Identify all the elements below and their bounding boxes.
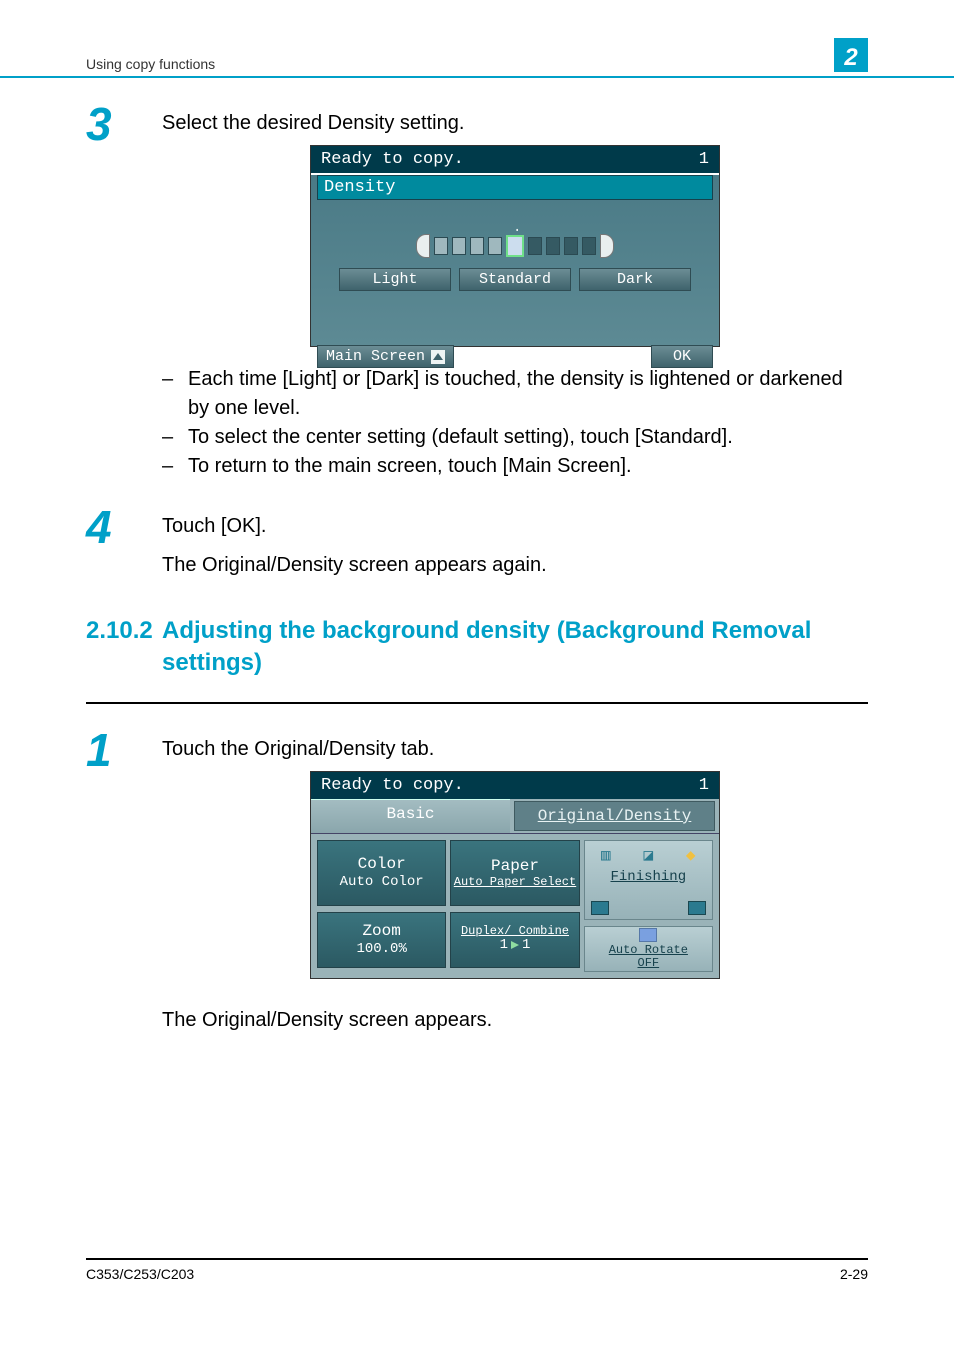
color-button[interactable]: Color Auto Color <box>317 840 446 906</box>
density-count: 1 <box>699 150 709 169</box>
duplex-button[interactable]: Duplex/ Combine 11 <box>450 912 579 968</box>
staple-icon: ▥ <box>601 845 611 865</box>
footer-model: C353/C253/C203 <box>86 1266 194 1282</box>
color-label: Color <box>320 854 443 874</box>
bullet-2: To select the center setting (default se… <box>188 423 733 452</box>
section-heading: 2.10.2 Adjusting the background density … <box>86 615 868 680</box>
layout-icon-1 <box>591 901 609 915</box>
return-icon <box>431 350 445 364</box>
zoom-label: Zoom <box>320 921 443 941</box>
density-scale <box>317 200 713 258</box>
finishing-icons: ▥ ◪ ◆ <box>585 845 712 865</box>
zoom-button[interactable]: Zoom 100.0% <box>317 912 446 968</box>
footer-page: 2-29 <box>840 1266 868 1282</box>
density-title: Density <box>317 175 713 200</box>
finishing-label: Finishing <box>611 869 687 885</box>
tab-basic[interactable]: Basic <box>311 799 510 833</box>
step4-text: Touch [OK]. <box>162 513 868 540</box>
density-screenshot: Ready to copy. 1 Density <box>310 145 720 347</box>
duplex-label: Duplex/ Combine <box>453 925 576 938</box>
paper-value: Auto Paper Select <box>453 876 576 889</box>
layout-icon-2 <box>688 901 706 915</box>
basic-screenshot: Ready to copy. 1 Basic Original/Density … <box>310 771 720 979</box>
section-rule <box>86 702 868 704</box>
ok-button[interactable]: OK <box>651 345 713 368</box>
scale-knob-left-icon <box>416 234 430 258</box>
density-indicator <box>506 235 524 257</box>
auto-rotate-label: Auto Rotate OFF <box>609 944 688 969</box>
step1-text: Touch the Original/Density tab. <box>162 736 868 763</box>
standard-button[interactable]: Standard <box>459 268 571 291</box>
page-footer: C353/C253/C203 2-29 <box>86 1258 868 1282</box>
step4-sub: The Original/Density screen appears agai… <box>162 552 868 579</box>
header-title: Using copy functions <box>86 56 215 72</box>
light-button[interactable]: Light <box>339 268 451 291</box>
zoom-value: 100.0% <box>320 941 443 959</box>
basic-count: 1 <box>699 776 709 795</box>
page-icon: ◪ <box>643 845 653 865</box>
dark-button[interactable]: Dark <box>579 268 691 291</box>
density-status: Ready to copy. <box>321 150 464 169</box>
bullet-3: To return to the main screen, touch [Mai… <box>188 452 632 481</box>
main-screen-button[interactable]: Main Screen <box>317 345 454 368</box>
bullet-1: Each time [Light] or [Dark] is touched, … <box>188 365 868 423</box>
after-step1: The Original/Density screen appears. <box>162 1007 868 1034</box>
color-value: Auto Color <box>320 874 443 892</box>
chapter-number: 2 <box>834 38 868 72</box>
section-title-text: Adjusting the background density (Backgr… <box>162 615 868 680</box>
step1-number: 1 <box>86 730 162 1034</box>
basic-status: Ready to copy. <box>321 776 464 795</box>
paper-label: Paper <box>453 856 576 876</box>
step3-number: 3 <box>86 104 162 347</box>
auto-rotate-button[interactable]: Auto Rotate OFF <box>584 926 713 972</box>
duplex-value: 11 <box>453 937 576 955</box>
main-screen-label: Main Screen <box>326 348 425 365</box>
rotate-icon <box>639 928 657 942</box>
section-number: 2.10.2 <box>86 615 162 680</box>
tab-original-density[interactable]: Original/Density <box>514 801 715 831</box>
scale-knob-right-icon <box>600 234 614 258</box>
paper-button[interactable]: Paper Auto Paper Select <box>450 840 579 906</box>
finishing-button[interactable]: ▥ ◪ ◆ Finishing <box>584 840 713 920</box>
step4-number: 4 <box>86 507 162 579</box>
fold-icon: ◆ <box>686 845 696 865</box>
arrow-right-icon <box>511 941 519 949</box>
page-header: Using copy functions 2 <box>0 0 954 78</box>
step3-text: Select the desired Density setting. <box>162 110 868 137</box>
